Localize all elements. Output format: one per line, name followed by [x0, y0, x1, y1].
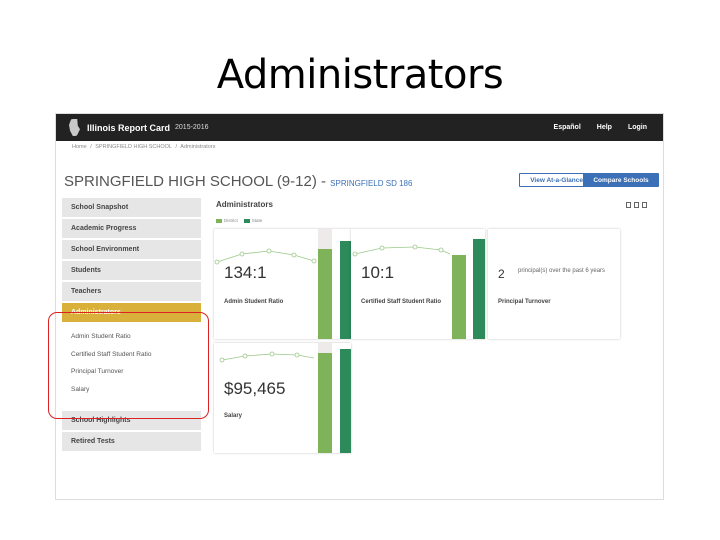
top-links: Español Help Login	[554, 124, 647, 131]
breadcrumb-home[interactable]: Home	[72, 144, 87, 150]
top-bar: Illinois Report Card 2015-2016 Español H…	[56, 114, 663, 141]
chart-view-icon[interactable]	[626, 202, 631, 208]
admin-ratio-value: 134:1	[224, 263, 267, 282]
district-swatch-icon	[216, 218, 222, 223]
table-view-icon[interactable]	[634, 202, 639, 208]
legend-state: State	[243, 218, 263, 223]
legend-district: District	[216, 218, 238, 223]
breadcrumb-current: Administrators	[180, 144, 216, 150]
trend-line	[352, 244, 451, 257]
breadcrumb: Home / SPRINGFIELD HIGH SCHOOL / Adminis…	[72, 144, 217, 150]
page-title: SPRINGFIELD HIGH SCHOOL (9-12) - SPRINGF…	[64, 173, 412, 190]
sidebar-item-students[interactable]: Students	[62, 261, 201, 282]
salary-label: Salary	[224, 413, 243, 419]
turnover-label: Principal Turnover	[498, 299, 551, 305]
compare-schools-button[interactable]: Compare Schools	[583, 173, 659, 187]
annotation-highlight	[48, 312, 209, 419]
section-tools	[626, 202, 647, 208]
school-name: SPRINGFIELD HIGH SCHOOL (9-12)	[64, 173, 317, 190]
espanol-link[interactable]: Español	[554, 124, 581, 131]
legend: District State	[216, 218, 262, 223]
legend-state-label: State	[251, 218, 263, 223]
card-salary[interactable]: $95,465 Salary	[214, 343, 351, 453]
sidebar-item-school-environment[interactable]: School Environment	[62, 240, 201, 261]
sidebar-item-teachers[interactable]: Teachers	[62, 282, 201, 303]
section-title: Administrators	[216, 200, 273, 209]
turnover-value: 2	[498, 267, 505, 281]
state-swatch-icon	[243, 218, 250, 223]
slide-title: Administrators	[216, 52, 504, 98]
print-icon[interactable]	[642, 202, 647, 208]
card-admin-student-ratio[interactable]: 134:1 Admin Student Ratio	[214, 229, 351, 339]
breadcrumb-school[interactable]: SPRINGFIELD HIGH SCHOOL	[95, 144, 172, 150]
staff-ratio-label: Certified Staff Student Ratio	[361, 299, 442, 305]
trend-line	[214, 248, 317, 265]
breadcrumb-separator: /	[90, 144, 92, 150]
legend-district-label: District	[224, 218, 238, 223]
illinois-state-icon	[69, 119, 80, 136]
help-link[interactable]: Help	[597, 124, 612, 131]
staff-ratio-value: 10:1	[361, 263, 395, 282]
login-link[interactable]: Login	[628, 124, 647, 131]
card-staff-student-ratio[interactable]: 10:1 Certified Staff Student Ratio	[351, 229, 485, 339]
district-link[interactable]: SPRINGFIELD SD 186	[330, 179, 412, 188]
app-title[interactable]: Illinois Report Card	[87, 123, 170, 133]
turnover-description: principal(s) over the past 6 years	[518, 268, 606, 274]
admin-ratio-label: Admin Student Ratio	[224, 299, 284, 305]
sidebar-item-academic-progress[interactable]: Academic Progress	[62, 219, 201, 240]
app-year: 2015-2016	[175, 124, 209, 131]
card-principal-turnover[interactable]: 2 principal(s) over the past 6 years Pri…	[488, 229, 620, 339]
sidebar-item-school-snapshot[interactable]: School Snapshot	[62, 198, 201, 219]
title-dash: -	[321, 173, 326, 190]
sidebar-item-retired-tests[interactable]: Retired Tests	[62, 432, 201, 453]
salary-value: $95,465	[224, 379, 286, 398]
breadcrumb-separator: /	[175, 144, 178, 150]
report-card-screenshot: Illinois Report Card 2015-2016 Español H…	[55, 113, 664, 500]
